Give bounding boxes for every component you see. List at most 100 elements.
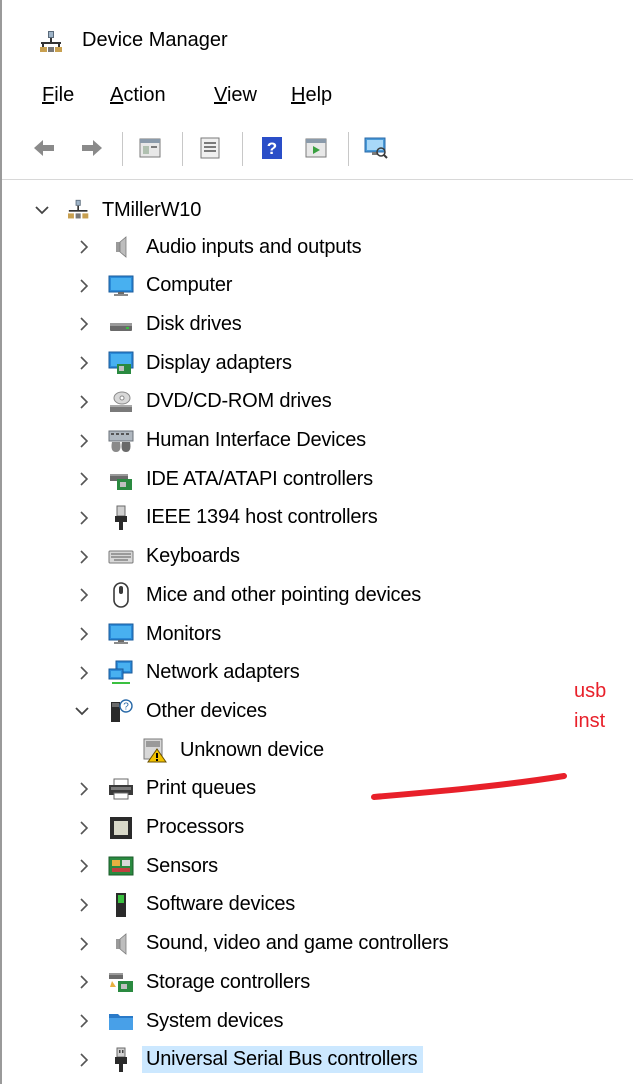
mouse-icon [108, 582, 134, 609]
tree-category-ieee-1394-host-controllers[interactable]: IEEE 1394 host controllers [76, 500, 378, 536]
tree-item-label: Software devices [146, 893, 296, 916]
tree-category-ide-ata-atapi-controllers[interactable]: IDE ATA/ATAPI controllers [76, 461, 373, 497]
chevron-right-icon[interactable] [76, 820, 92, 836]
ieee1394-icon [108, 505, 134, 531]
menu-file[interactable]: File [42, 84, 74, 107]
tree-category-computer[interactable]: Computer [76, 268, 232, 304]
chevron-right-icon[interactable] [76, 897, 92, 913]
tree-item-label: Keyboards [146, 545, 240, 568]
tree-category-keyboards[interactable]: Keyboards [76, 539, 240, 575]
device-tree: TMillerW10 Audio inputs and outputs Compu… [2, 180, 633, 1084]
tree-item-label: Display adapters [146, 351, 292, 374]
chevron-right-icon[interactable] [76, 665, 92, 681]
tree-item-label: Computer [146, 274, 233, 297]
chevron-right-icon[interactable] [76, 394, 92, 410]
chevron-right-icon[interactable] [76, 974, 92, 990]
chevron-right-icon[interactable] [76, 1052, 92, 1068]
tree-category-dvd-cd-rom-drives[interactable]: DVD/CD-ROM drives [76, 384, 332, 420]
chevron-right-icon[interactable] [76, 471, 92, 487]
chevron-right-icon[interactable] [76, 936, 92, 952]
chevron-right-icon[interactable] [76, 239, 92, 255]
window-title: Device Manager [82, 29, 228, 51]
monitor-icon [108, 621, 134, 647]
tree-item-label: System devices [146, 1009, 284, 1032]
menu-view[interactable]: View [214, 84, 257, 107]
svg-text:?: ? [123, 702, 129, 713]
chevron-down-icon[interactable] [74, 703, 90, 719]
tree-item-label: Network adapters [146, 661, 300, 684]
run-icon[interactable] [304, 136, 328, 160]
printer-icon [108, 776, 134, 802]
tree-item-label-wrap: DVD/CD-ROM drives [146, 390, 332, 413]
tree-category-universal-serial-bus-controllers[interactable]: Universal Serial Bus controllers [76, 1042, 424, 1078]
help-icon[interactable]: ? [260, 136, 284, 160]
other-devices-icon: ? [108, 698, 134, 724]
tree-item-label-wrap: Computer [146, 274, 232, 297]
tree-root[interactable]: TMillerW10 [34, 192, 201, 228]
tree-item-label: Universal Serial Bus controllers [146, 1048, 418, 1071]
tree-item-label-wrap: Display adapters [146, 352, 292, 375]
tree-category-mice-and-other-pointing-devices[interactable]: Mice and other pointing devices [76, 577, 421, 613]
tree-category-human-interface-devices[interactable]: Human Interface Devices [76, 423, 366, 459]
tree-category-disk-drives[interactable]: Disk drives [76, 306, 242, 342]
scan-hardware-icon[interactable] [364, 136, 388, 160]
speaker-icon [108, 931, 134, 957]
chevron-right-icon[interactable] [76, 510, 92, 526]
chevron-right-icon[interactable] [76, 549, 92, 565]
tree-item-label: Other devices [146, 699, 267, 722]
properties-icon[interactable] [138, 136, 162, 160]
usb-icon [108, 1047, 134, 1073]
tree-category-audio-inputs-and-outputs[interactable]: Audio inputs and outputs [76, 229, 362, 265]
tree-item-label: Storage controllers [146, 970, 311, 993]
tree-category-sensors[interactable]: Sensors [76, 848, 218, 884]
tree-category-display-adapters[interactable]: Display adapters [76, 345, 292, 381]
tree-category-processors[interactable]: Processors [76, 810, 244, 846]
chevron-right-icon[interactable] [76, 858, 92, 874]
tree-item-label-wrap: Mice and other pointing devices [146, 584, 421, 607]
chevron-right-icon[interactable] [76, 587, 92, 603]
chevron-right-icon[interactable] [76, 626, 92, 642]
chevron-right-icon[interactable] [76, 278, 92, 294]
tree-item-label: Print queues [146, 777, 256, 800]
device-manager-window: Device Manager File Action View Help ? T… [0, 0, 633, 1084]
toolbar-separator [348, 132, 349, 166]
tree-category-system-devices[interactable]: System devices [76, 1003, 283, 1039]
chevron-right-icon[interactable] [76, 433, 92, 449]
tree-category-print-queues[interactable]: Print queues [76, 771, 256, 807]
tree-item-label: Mice and other pointing devices [146, 583, 422, 606]
forward-icon[interactable] [80, 136, 104, 160]
tree-item-label-wrap: Disk drives [146, 313, 242, 336]
tree-category-software-devices[interactable]: Software devices [76, 887, 295, 923]
tree-item-label-wrap: Universal Serial Bus controllers [142, 1046, 424, 1074]
dvd-drive-icon [108, 389, 134, 415]
annotation-text: usb inst [574, 676, 606, 736]
menu-help[interactable]: Help [291, 84, 332, 107]
tree-item-label-wrap: Human Interface Devices [146, 429, 366, 452]
tree-category-network-adapters[interactable]: Network adapters [76, 655, 300, 691]
tree-item-label-wrap: IEEE 1394 host controllers [146, 506, 378, 529]
chevron-right-icon[interactable] [76, 316, 92, 332]
menu-help-label: Help [291, 84, 333, 106]
toolbar-separator [122, 132, 123, 166]
tree-category-sound-video-and-game-controllers[interactable]: Sound, video and game controllers [76, 926, 449, 962]
tree-category-monitors[interactable]: Monitors [76, 616, 221, 652]
tree-item-label: IDE ATA/ATAPI controllers [146, 467, 373, 490]
menu-action[interactable]: Action [110, 84, 166, 107]
tree-category-other-devices[interactable]: ? Other devices [74, 693, 267, 729]
title-bar: Device Manager [2, 0, 633, 80]
tree-item-label-wrap: Audio inputs and outputs [146, 236, 362, 259]
tree-item-label: Monitors [146, 622, 222, 645]
chevron-right-icon[interactable] [76, 1013, 92, 1029]
tree-device-unknown-device[interactable]: Unknown device [142, 732, 324, 768]
tree-item-label-wrap: System devices [146, 1010, 283, 1033]
chevron-right-icon[interactable] [76, 781, 92, 797]
menu-action-label: Action [110, 84, 166, 106]
show-hide-console-icon[interactable] [198, 136, 222, 160]
chevron-down-icon[interactable] [34, 202, 50, 218]
svg-text:?: ? [267, 139, 277, 158]
tree-item-label-wrap: Other devices [146, 700, 267, 723]
tree-item-label-wrap: Keyboards [146, 545, 240, 568]
chevron-right-icon[interactable] [76, 355, 92, 371]
back-icon[interactable] [32, 136, 56, 160]
tree-category-storage-controllers[interactable]: Storage controllers [76, 964, 310, 1000]
